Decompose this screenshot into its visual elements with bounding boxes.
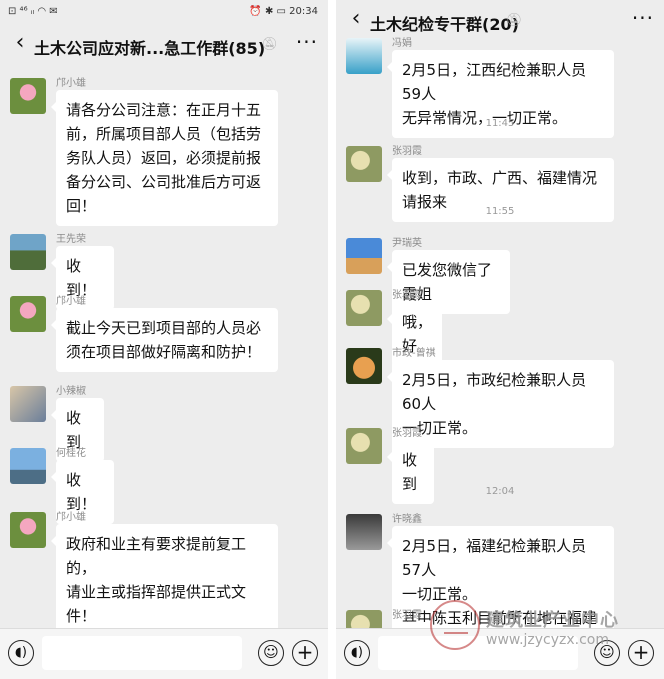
sender-name: 王先荣 xyxy=(56,234,86,245)
sender-name: 尹瑞英 xyxy=(392,238,422,249)
avatar[interactable] xyxy=(346,514,382,550)
bell-muted-icon: 🔕︎ xyxy=(506,13,523,28)
avatar[interactable] xyxy=(10,296,46,332)
timestamp: 11:45 xyxy=(485,118,515,129)
watermark-logo-icon xyxy=(430,600,480,650)
sender-name: 邝小雄 xyxy=(56,296,86,307)
message-list: 冯娟 2月5日，江西纪检兼职人员59人 无异常情况，一切正常。 11:45 张羽霞 收到… xyxy=(336,34,664,628)
avatar[interactable] xyxy=(10,78,46,114)
timestamp: 12:04 xyxy=(485,486,515,497)
avatar[interactable] xyxy=(346,290,382,326)
status-right: ⏰ ✱ ▭ 20:34 xyxy=(249,6,318,17)
voice-icon[interactable]: ◖) xyxy=(344,640,370,666)
right-chat-screen: ‹ 土木纪检专干群(20) 🔕︎ ··· 冯娟 2月5日，江西纪检兼职人员59人 … xyxy=(336,0,664,679)
avatar[interactable] xyxy=(346,428,382,464)
message-bubble[interactable]: 请各分公司注意：在正月十五 前，所属项目部人员（包括劳 务队人员）返回，必须提前… xyxy=(51,90,278,226)
sender-name: 冯娟 xyxy=(392,38,412,49)
sender-name: 市政-曾祺 xyxy=(392,348,436,359)
back-icon[interactable]: ‹ xyxy=(344,8,368,32)
avatar[interactable] xyxy=(10,448,46,484)
message-bubble[interactable]: 2月5日，市政纪检兼职人员60人 一切正常。 xyxy=(387,360,614,448)
sender-name: 小辣椒 xyxy=(56,386,86,397)
avatar[interactable] xyxy=(346,610,382,628)
avatar[interactable] xyxy=(10,512,46,548)
sender-name: 邝小雄 xyxy=(56,78,86,89)
message-bubble[interactable]: 截止今天已到项目部的人员必 须在项目部做好隔离和防护！ xyxy=(51,308,278,372)
avatar[interactable] xyxy=(346,348,382,384)
bell-muted-icon: 🔕︎ xyxy=(261,37,278,52)
timestamp: 11:55 xyxy=(485,206,515,217)
sender-name: 邝小雄 xyxy=(56,512,86,523)
plus-icon[interactable]: + xyxy=(292,640,318,666)
avatar[interactable] xyxy=(10,386,46,422)
avatar[interactable] xyxy=(10,234,46,270)
more-dots-icon[interactable]: ··· xyxy=(632,6,654,30)
watermark-url: www.jzycyzx.com xyxy=(486,632,610,648)
back-icon[interactable]: ‹ xyxy=(8,32,32,56)
avatar[interactable] xyxy=(346,238,382,274)
sender-name: 张羽霞 xyxy=(392,428,422,439)
avatar[interactable] xyxy=(346,146,382,182)
message-bubble[interactable]: 政府和业主有要求提前复工的， 请业主或指挥部提供正式文 件！ xyxy=(51,524,278,628)
input-bar: ◖) ☺ + xyxy=(0,628,328,679)
more-dots-icon[interactable]: ··· xyxy=(296,30,318,54)
voice-icon[interactable]: ◖) xyxy=(8,640,34,666)
emoji-icon[interactable]: ☺ xyxy=(258,640,284,666)
sender-name: 何桂花 xyxy=(56,448,86,459)
watermark: 建筑业产业中心 www.jzycyzx.com xyxy=(430,600,662,655)
chat-title: 土木纪检专干群(20) xyxy=(370,15,519,34)
sender-name: 张羽霞 xyxy=(392,610,422,621)
watermark-name: 建筑业产业中心 xyxy=(486,610,619,631)
chat-header: ‹ 土木公司应对新...急工作群(85) 🔕︎ ··· xyxy=(0,24,328,68)
message-input[interactable] xyxy=(42,636,242,670)
sender-name: 许晓鑫 xyxy=(392,514,422,525)
sender-name: 张羽霞 xyxy=(392,290,422,301)
chat-title: 土木公司应对新...急工作群(85) xyxy=(34,39,266,58)
status-bar: ⊡ ⁴⁶ ᵢₗ ◠ ✉ ⏰ ✱ ▭ 20:34 xyxy=(0,0,328,24)
status-left: ⊡ ⁴⁶ ᵢₗ ◠ ✉ xyxy=(8,6,58,17)
message-list: 邝小雄 请各分公司注意：在正月十五 前，所属项目部人员（包括劳 务队人员）返回，必… xyxy=(0,68,328,628)
sender-name: 张羽霞 xyxy=(392,146,422,157)
avatar[interactable] xyxy=(346,38,382,74)
left-chat-screen: ⊡ ⁴⁶ ᵢₗ ◠ ✉ ⏰ ✱ ▭ 20:34 ‹ 土木公司应对新...急工作群… xyxy=(0,0,328,679)
